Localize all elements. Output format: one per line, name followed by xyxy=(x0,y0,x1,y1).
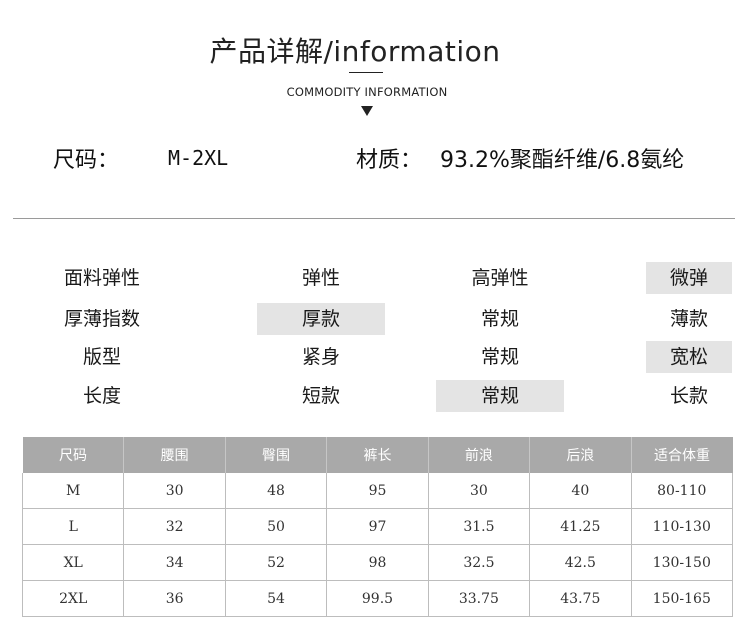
table-row: L 32 50 97 31.5 41.25 110-130 xyxy=(21,508,734,545)
attribute-option: 常规 xyxy=(480,346,519,368)
table-cell: 97 xyxy=(326,508,429,545)
column-header-back-rise: 后浪 xyxy=(529,437,632,473)
material-value: 93.2%聚酯纤维/6.8氨纶 xyxy=(440,148,685,173)
column-header-pants-length: 裤长 xyxy=(326,437,429,473)
column-header-front-rise: 前浪 xyxy=(428,437,531,473)
table-cell: 34 xyxy=(123,544,226,581)
table-cell: 30 xyxy=(123,473,226,509)
table-cell: 150-165 xyxy=(631,580,734,617)
table-cell: M xyxy=(21,473,125,509)
table-cell: 41.25 xyxy=(529,508,632,545)
attribute-option: 宽松 xyxy=(646,341,732,373)
table-cell: 2XL xyxy=(21,580,125,617)
attribute-name-fit: 版型 xyxy=(82,346,121,368)
table-cell: 32.5 xyxy=(428,544,531,581)
table-row: M 30 48 95 30 40 80-110 xyxy=(21,473,734,509)
attribute-name-length: 长度 xyxy=(82,385,121,407)
table-cell: 130-150 xyxy=(631,544,734,581)
column-header-size: 尺码 xyxy=(22,437,125,473)
size-value: M-2XL xyxy=(168,146,229,170)
table-cell: 95 xyxy=(326,473,429,509)
attribute-option: 微弹 xyxy=(646,262,732,294)
table-row: XL 34 52 98 32.5 42.5 130-150 xyxy=(21,544,734,581)
attribute-option: 常规 xyxy=(436,380,564,412)
table-cell: 40 xyxy=(529,473,632,509)
table-cell: 98 xyxy=(326,544,429,581)
attribute-option: 厚款 xyxy=(257,303,385,335)
table-cell: 33.75 xyxy=(428,580,531,617)
attribute-option: 高弹性 xyxy=(471,267,529,289)
table-cell: 52 xyxy=(225,544,328,581)
table-row: 2XL 36 54 99.5 33.75 43.75 150-165 xyxy=(21,580,734,617)
attribute-option: 短款 xyxy=(301,385,340,407)
table-cell: 50 xyxy=(225,508,328,545)
page-subtitle: COMMODITY INFORMATION xyxy=(286,85,448,99)
attribute-option: 弹性 xyxy=(301,267,340,289)
table-cell: XL xyxy=(21,544,125,581)
attribute-option: 紧身 xyxy=(301,346,340,368)
page-title: 产品详解/information xyxy=(209,35,501,68)
section-divider xyxy=(13,218,735,219)
size-label: 尺码： xyxy=(53,148,120,173)
material-label: 材质： xyxy=(356,148,423,173)
table-cell: 31.5 xyxy=(428,508,531,545)
triangle-down-icon xyxy=(361,106,373,116)
table-cell: 80-110 xyxy=(631,473,734,509)
table-cell: 99.5 xyxy=(326,580,429,617)
table-cell: 48 xyxy=(225,473,328,509)
size-table: 尺码 腰围 臀围 裤长 前浪 后浪 适合体重 M 30 48 95 30 40 … xyxy=(21,437,734,617)
attribute-option: 长款 xyxy=(669,385,708,407)
table-cell: 30 xyxy=(428,473,531,509)
column-header-waist: 腰围 xyxy=(123,437,226,473)
table-cell: 36 xyxy=(123,580,226,617)
attribute-option: 薄款 xyxy=(669,308,708,330)
table-cell: 110-130 xyxy=(631,508,734,545)
table-cell: 54 xyxy=(225,580,328,617)
attribute-name-thickness: 厚薄指数 xyxy=(63,308,140,330)
column-header-weight: 适合体重 xyxy=(631,437,733,473)
column-header-hip: 臀围 xyxy=(225,437,328,473)
table-cell: L xyxy=(21,508,125,545)
title-underline xyxy=(349,72,383,73)
attribute-name-elasticity: 面料弹性 xyxy=(63,267,140,289)
table-cell: 32 xyxy=(123,508,226,545)
table-header-row: 尺码 腰围 臀围 裤长 前浪 后浪 适合体重 xyxy=(22,437,733,473)
table-cell: 43.75 xyxy=(529,580,632,617)
table-cell: 42.5 xyxy=(529,544,632,581)
attribute-option: 常规 xyxy=(480,308,519,330)
